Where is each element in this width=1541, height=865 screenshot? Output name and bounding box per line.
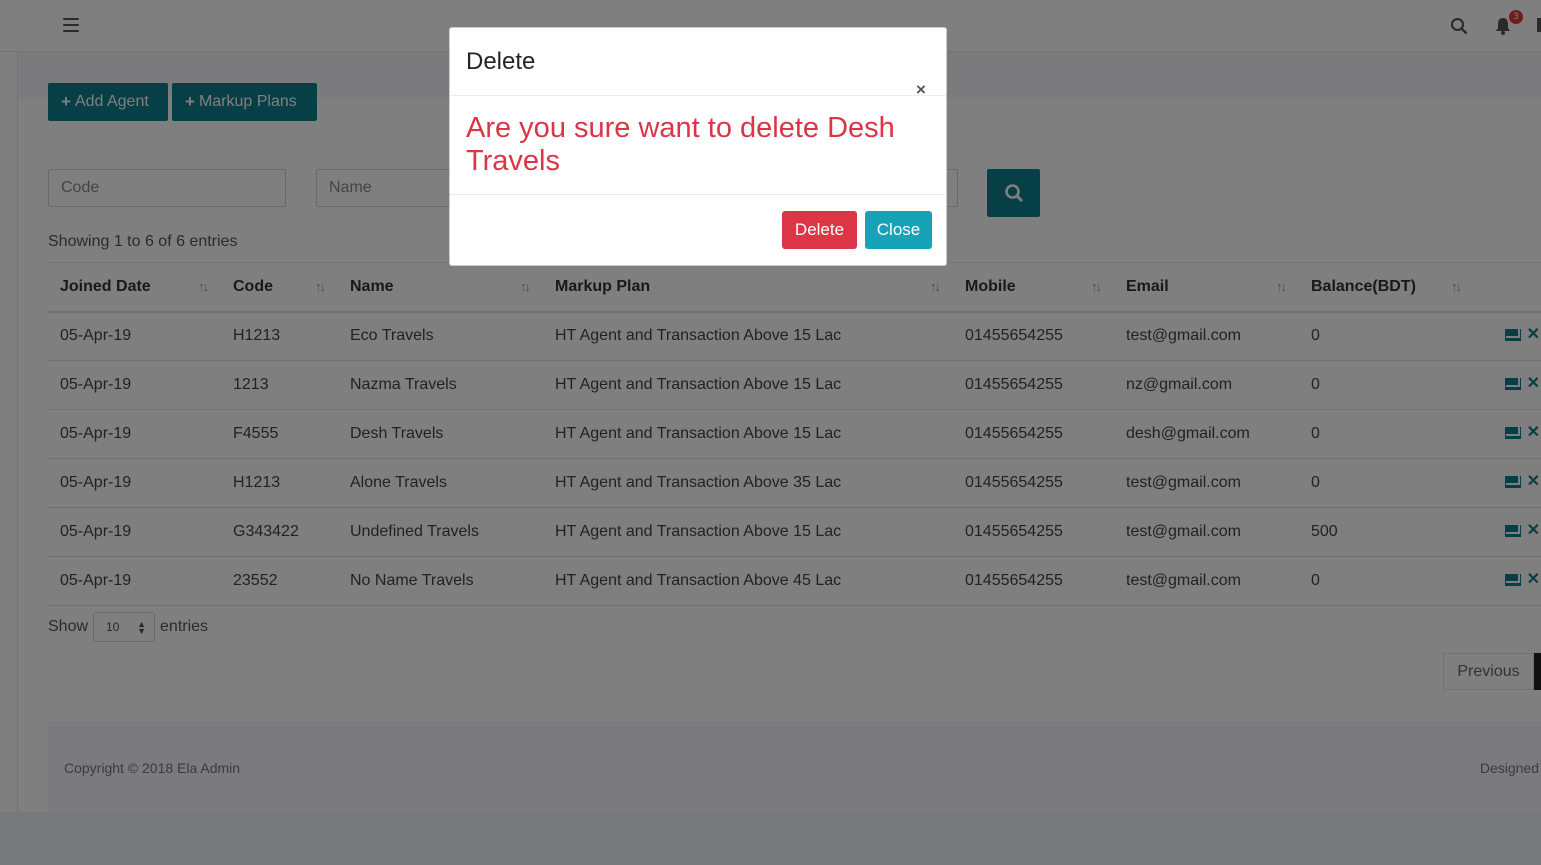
delete-dialog: Delete × Are you sure want to delete Des… <box>449 27 947 266</box>
close-icon[interactable]: × <box>916 81 926 98</box>
close-button[interactable]: Close <box>865 211 932 249</box>
dialog-footer: Delete Close <box>450 195 946 265</box>
page: 3 + Add Agent + Markup Plans Code Name ▼… <box>0 0 1541 865</box>
dialog-title: Delete <box>466 48 536 75</box>
dialog-header: Delete × <box>450 28 946 98</box>
dialog-body: Are you sure want to delete Desh Travels <box>450 96 946 195</box>
confirm-delete-button[interactable]: Delete <box>782 211 857 249</box>
dialog-message: Are you sure want to delete Desh Travels <box>466 112 895 177</box>
